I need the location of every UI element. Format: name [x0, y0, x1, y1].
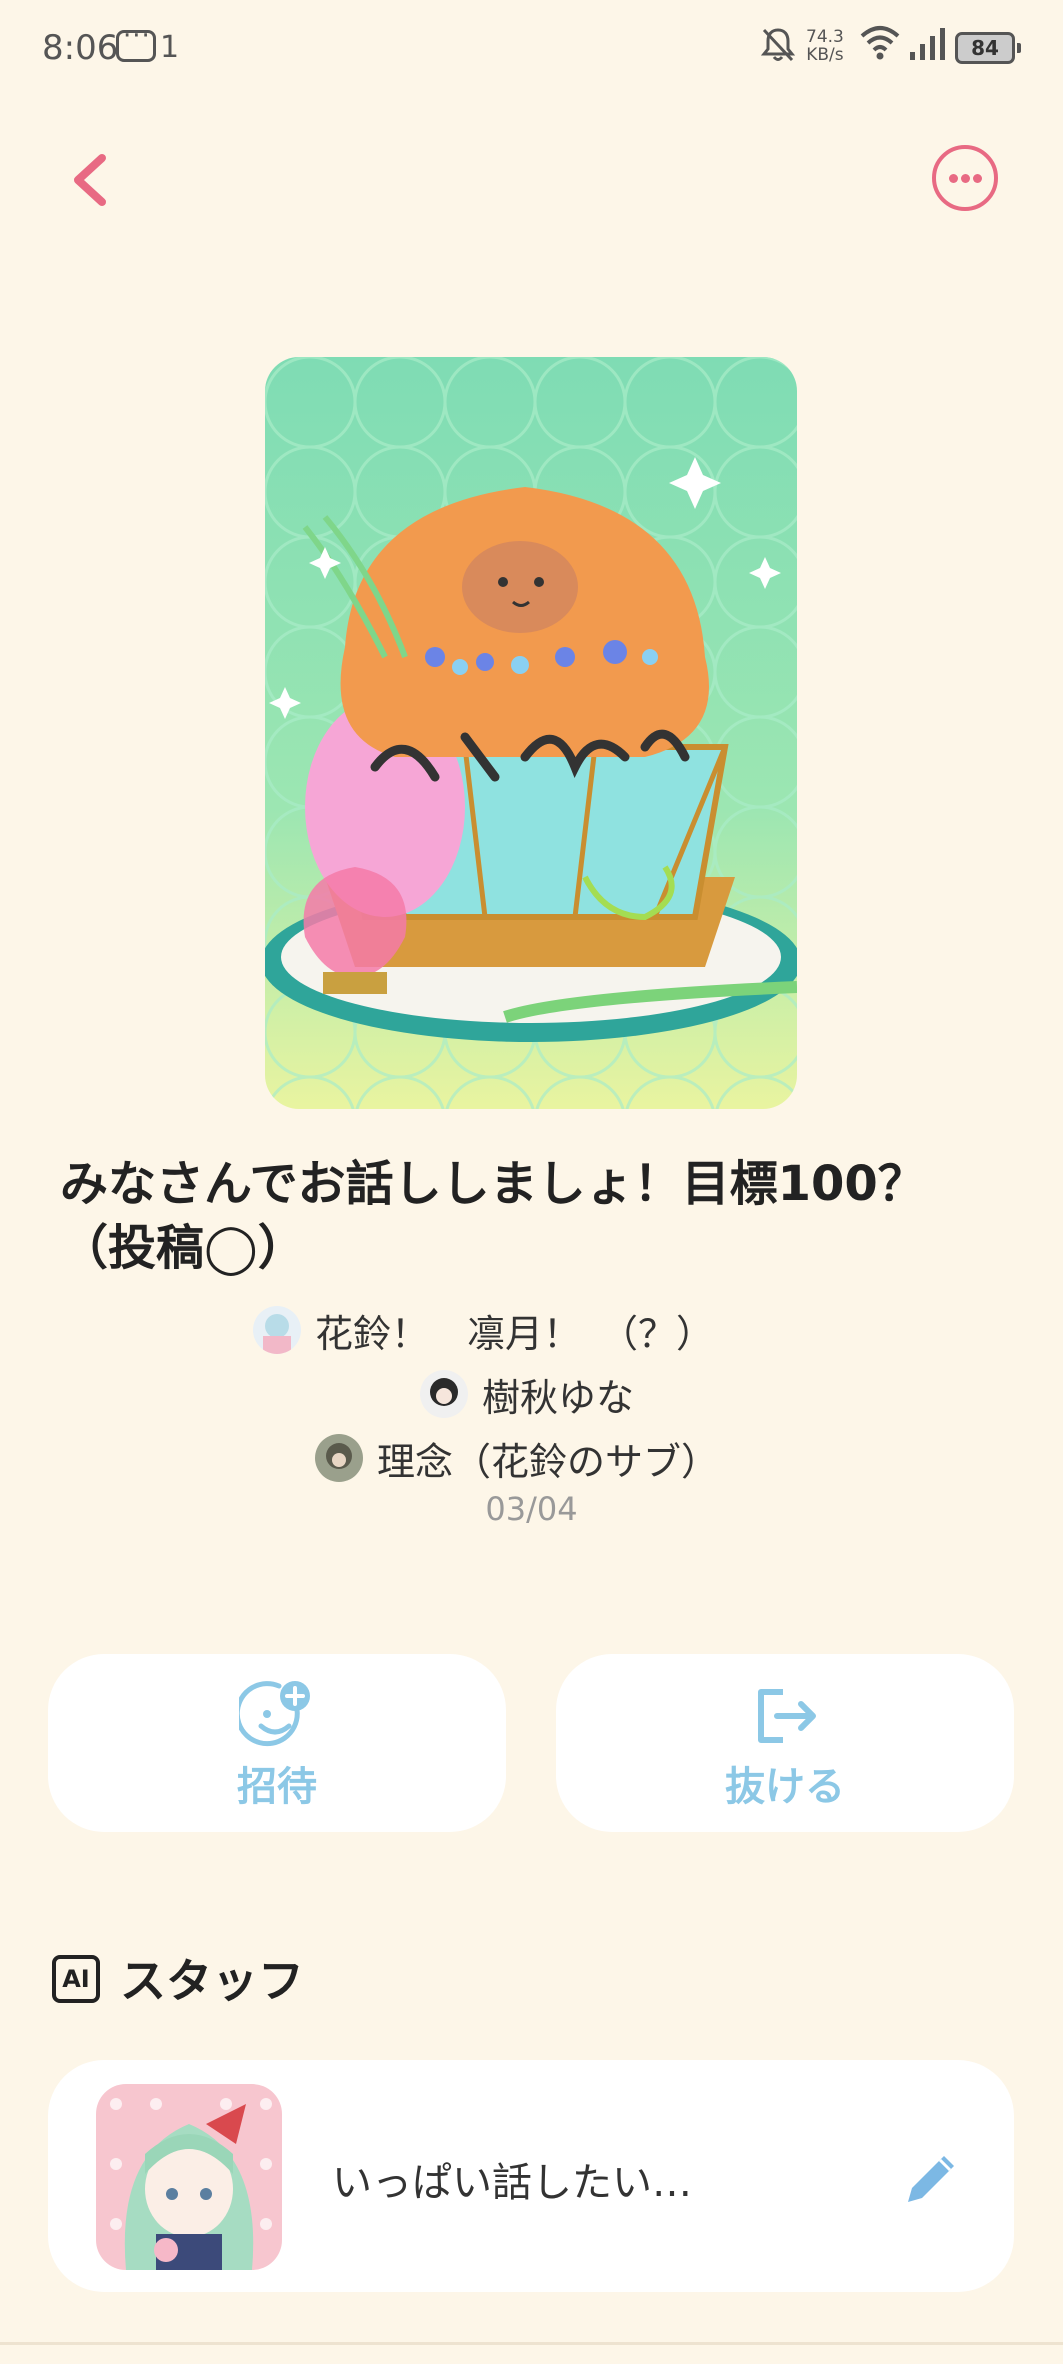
divider: [0, 2342, 1063, 2345]
member-name: 花鈴！ 凛月！ （？）: [315, 1311, 715, 1356]
more-dots-icon: [949, 174, 958, 183]
invite-label: 招待: [237, 1764, 317, 1810]
staff-card[interactable]: いっぱい話したい…: [48, 2060, 1014, 2292]
status-time: 8:06: [42, 28, 119, 68]
invite-smiley-plus-icon: [234, 1678, 315, 1758]
signal-icon: [908, 26, 948, 66]
leave-button[interactable]: 抜ける: [556, 1654, 1014, 1832]
more-options-button[interactable]: [932, 145, 998, 211]
battery-indicator: 84: [955, 32, 1021, 64]
avatar: [420, 1370, 468, 1418]
avatar: [253, 1306, 301, 1354]
member-row[interactable]: 理念（花鈴のサブ）: [315, 1430, 719, 1486]
invite-button[interactable]: 招待: [48, 1654, 506, 1832]
group-date: 03/04: [485, 1490, 578, 1528]
notification-count: 1: [160, 30, 180, 65]
avatar: [315, 1434, 363, 1482]
group-cover-image: [265, 357, 797, 1109]
network-speed-value: 74.3: [806, 27, 844, 47]
staff-message: いっぱい話したい…: [332, 2160, 692, 2206]
message-notification-icon: [116, 21, 156, 62]
bell-muted-icon: [758, 24, 798, 73]
ai-badge-icon: AI: [52, 1955, 100, 2003]
member-name: 樹秋ゆな: [482, 1375, 635, 1420]
network-speed-unit: KB/s: [806, 45, 844, 65]
network-speed: 74.3 KB/s: [806, 28, 844, 64]
more-dots-icon-dot: [973, 174, 982, 183]
staff-avatar: [96, 2084, 282, 2270]
staff-section-title: スタッフ: [120, 1954, 304, 2008]
back-button[interactable]: [60, 140, 120, 220]
edit-button[interactable]: [900, 2146, 964, 2210]
wifi-icon: [858, 22, 902, 66]
pencil-icon: [908, 2156, 954, 2202]
member-row[interactable]: 花鈴！ 凛月！ （？）: [253, 1302, 714, 1358]
leave-label: 抜ける: [725, 1764, 845, 1810]
member-row[interactable]: 樹秋ゆな: [420, 1366, 634, 1422]
member-name: 理念（花鈴のサブ）: [377, 1439, 720, 1484]
chevron-left-icon: [74, 154, 106, 206]
exit-icon: [747, 1678, 823, 1758]
more-dots-icon-dot: [961, 174, 970, 183]
group-title: みなさんでお話ししましょ！目標100？（投稿◯）: [60, 1156, 926, 1276]
